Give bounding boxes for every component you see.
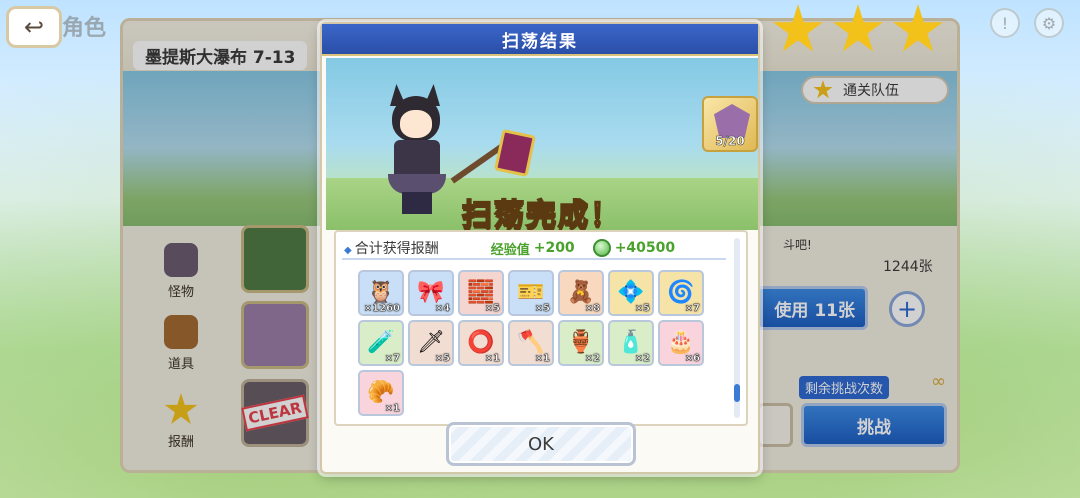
sweep-button[interactable] xyxy=(757,403,793,447)
item-quantity: ×4 xyxy=(434,303,450,314)
item-bracelet[interactable]: ⭕ ×1 xyxy=(458,320,504,366)
item-bracelet-icon: ⭕ xyxy=(467,330,495,355)
star-icon xyxy=(833,4,883,52)
memory-shard-badge: 5/20 xyxy=(702,96,758,152)
clear-stamp: CLEAR xyxy=(241,379,309,447)
item-quantity: ×7 xyxy=(684,303,700,314)
item-shard-3-icon: 🌀 xyxy=(667,280,695,305)
chest-icon xyxy=(164,315,198,349)
tab-items-label: 道具 xyxy=(167,357,194,372)
remaining-attempts-value: ∞ xyxy=(931,371,946,392)
item-experience-potion[interactable]: 🦉 ×1260 xyxy=(358,270,404,316)
remaining-attempts-label: 剩余挑战次数 xyxy=(799,376,890,399)
star-icon xyxy=(813,80,833,99)
item-quantity: ×7 xyxy=(384,353,400,364)
item-ore-icon: 🧱 xyxy=(467,280,495,305)
mana-value: +40500 xyxy=(614,240,676,256)
clear-party-label: 通关队伍 xyxy=(843,83,899,99)
use-ticket-button[interactable]: 使用 11张 xyxy=(756,286,868,330)
item-pastry-icon: 🥐 xyxy=(367,380,395,405)
hint-text: 斗吧! xyxy=(783,238,812,252)
item-ore[interactable]: 🧱 ×5 xyxy=(458,270,504,316)
ticket-count: 1244张 xyxy=(883,259,933,275)
exp-value: +200 xyxy=(533,240,575,256)
tab-monster-label: 怪物 xyxy=(167,285,194,300)
mana-icon xyxy=(592,239,611,257)
top-right-menu: ! ⚙ xyxy=(990,8,1064,38)
star-icon xyxy=(893,4,943,52)
sweep-complete-text: 扫荡完成！ xyxy=(461,197,622,230)
sweep-banner: 扫荡完成！ 5/20 xyxy=(326,58,758,230)
item-potion-icon: 🧪 xyxy=(367,330,395,355)
item-potion[interactable]: 🧪 ×7 xyxy=(358,320,404,366)
item-quantity: ×1 xyxy=(534,353,550,364)
reward-item-grid: 🦉 ×1260 🎀 ×4 🧱 ×5 🎫 ×5 🧸 ×8 💠 ×5 🌀 ×7 🧪 ×7 🗡 ×5 ⭕ ×1 🪓 ×1 🏺 ×2 🧴… xyxy=(358,270,708,416)
item-axe-icon: 🪓 xyxy=(517,330,545,355)
item-quantity: ×5 xyxy=(534,303,550,314)
item-quantity: ×5 xyxy=(434,353,450,364)
item-cake-icon: 🎂 xyxy=(667,330,695,355)
book-icon xyxy=(494,128,536,178)
item-quantity: ×2 xyxy=(634,353,650,364)
challenge-button[interactable]: 挑战 xyxy=(801,403,947,447)
item-ribbon-icon: 🎀 xyxy=(417,280,445,305)
item-axe[interactable]: 🪓 ×1 xyxy=(508,320,554,366)
item-vase[interactable]: 🏺 ×2 xyxy=(558,320,604,366)
item-bottle[interactable]: 🧴 ×2 xyxy=(608,320,654,366)
item-vase-icon: 🏺 xyxy=(567,330,595,355)
tab-monster[interactable]: 怪物 xyxy=(161,243,201,300)
shard-count: 5/20 xyxy=(715,134,745,149)
item-experience-potion-icon: 🦉 xyxy=(367,280,395,305)
item-spear[interactable]: 🗡 ×5 xyxy=(408,320,454,366)
item-spear-icon: 🗡 xyxy=(417,330,445,355)
clear-stamp-text: CLEAR xyxy=(241,394,309,432)
item-quantity: ×2 xyxy=(584,353,600,364)
star-icon xyxy=(773,4,823,52)
back-arrow-icon: ↩ xyxy=(23,13,45,41)
monster-slot[interactable] xyxy=(241,225,309,293)
sweep-result-dialog: 扫荡结果 扫荡完成！ 5/20 合计获得报酬 经验值 +200 +40500 🦉… xyxy=(320,22,760,474)
gem-icon xyxy=(714,104,750,138)
item-quantity: ×1260 xyxy=(363,303,401,314)
item-shard-1-icon: 🧸 xyxy=(567,280,595,305)
item-quantity: ×8 xyxy=(584,303,600,314)
item-slot[interactable] xyxy=(241,301,309,369)
item-bottle-icon: 🧴 xyxy=(617,330,645,355)
tab-items[interactable]: 道具 xyxy=(161,315,201,372)
info-icon[interactable]: ! xyxy=(990,8,1020,38)
exp-label: 经验值 xyxy=(490,242,530,258)
stage-name: 墨提斯大瀑布 7-13 xyxy=(133,41,308,70)
item-shard-2-icon: 💠 xyxy=(617,280,645,305)
ok-button[interactable]: OK xyxy=(446,422,636,466)
item-ribbon[interactable]: 🎀 ×4 xyxy=(408,270,454,316)
item-ticket-icon: 🎫 xyxy=(517,280,545,305)
character-illustration xyxy=(378,76,454,216)
back-button[interactable]: ↩ xyxy=(6,6,62,48)
item-quantity: ×5 xyxy=(484,303,500,314)
monster-icon xyxy=(164,243,198,277)
item-quantity: ×1 xyxy=(484,353,500,364)
dialog-title: 扫荡结果 xyxy=(322,24,758,56)
item-quantity: ×6 xyxy=(684,353,700,364)
tab-rewards[interactable]: 报酬 xyxy=(161,393,201,450)
clear-party-button[interactable]: 通关队伍 xyxy=(801,76,949,104)
rewards-header: 合计获得报酬 经验值 +200 +40500 xyxy=(342,238,726,260)
item-cake[interactable]: 🎂 ×6 xyxy=(658,320,704,366)
plus-button[interactable]: + xyxy=(889,291,925,327)
rewards-scroll-thumb[interactable] xyxy=(734,384,740,402)
item-pastry[interactable]: 🥐 ×1 xyxy=(358,370,404,416)
item-quantity: ×1 xyxy=(384,403,400,414)
star-icon xyxy=(164,393,198,424)
item-quantity: ×5 xyxy=(634,303,650,314)
tab-rewards-label: 报酬 xyxy=(167,435,194,450)
item-shard-1[interactable]: 🧸 ×8 xyxy=(558,270,604,316)
stage-stars xyxy=(772,4,944,56)
screen-title: 角色 xyxy=(62,16,107,41)
rewards-title: 合计获得报酬 xyxy=(342,238,439,258)
item-shard-3[interactable]: 🌀 ×7 xyxy=(658,270,704,316)
rewards-panel: 合计获得报酬 经验值 +200 +40500 🦉×1260🎀×4🧱×5🎫×5🧸×… xyxy=(334,230,748,426)
item-shard-2[interactable]: 💠 ×5 xyxy=(608,270,654,316)
settings-icon[interactable]: ⚙ xyxy=(1034,8,1064,38)
item-ticket[interactable]: 🎫 ×5 xyxy=(508,270,554,316)
